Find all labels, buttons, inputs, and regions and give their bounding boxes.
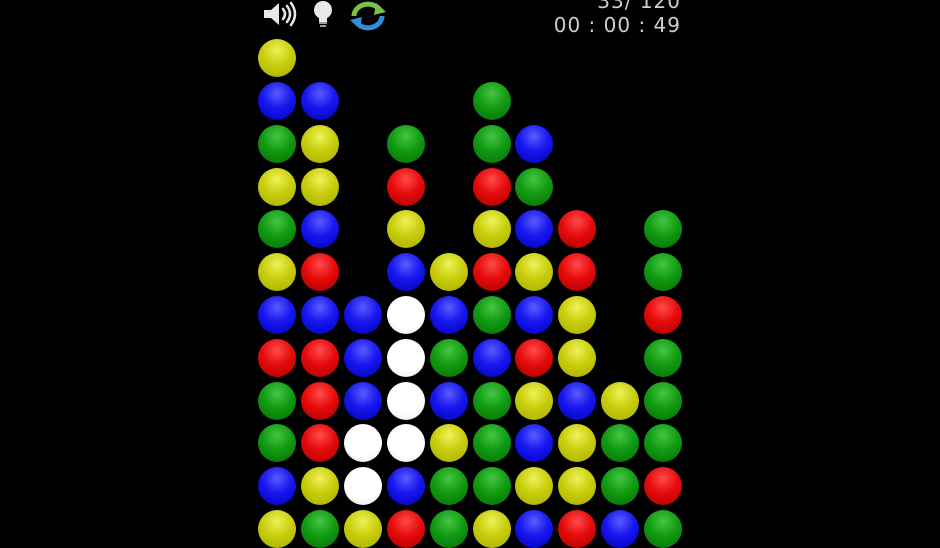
yellow-ball[interactable]	[473, 210, 511, 248]
green-ball[interactable]	[473, 82, 511, 120]
red-ball[interactable]	[473, 168, 511, 206]
blue-ball[interactable]	[301, 82, 339, 120]
yellow-ball[interactable]	[515, 253, 553, 291]
yellow-ball[interactable]	[258, 510, 296, 548]
green-ball[interactable]	[473, 382, 511, 420]
blue-ball[interactable]	[515, 510, 553, 548]
red-ball[interactable]	[558, 510, 596, 548]
green-ball[interactable]	[644, 210, 682, 248]
red-ball[interactable]	[301, 253, 339, 291]
green-ball[interactable]	[644, 339, 682, 377]
blue-ball[interactable]	[601, 510, 639, 548]
red-ball[interactable]	[387, 510, 425, 548]
yellow-ball[interactable]	[258, 39, 296, 77]
yellow-ball[interactable]	[558, 339, 596, 377]
game-board	[0, 0, 940, 548]
blue-ball[interactable]	[515, 424, 553, 462]
green-ball[interactable]	[430, 510, 468, 548]
green-ball[interactable]	[473, 467, 511, 505]
yellow-ball[interactable]	[301, 125, 339, 163]
green-ball[interactable]	[644, 424, 682, 462]
yellow-ball[interactable]	[430, 253, 468, 291]
yellow-ball[interactable]	[558, 467, 596, 505]
yellow-ball[interactable]	[558, 296, 596, 334]
red-ball[interactable]	[644, 296, 682, 334]
yellow-ball[interactable]	[430, 424, 468, 462]
blue-ball[interactable]	[515, 210, 553, 248]
yellow-ball[interactable]	[558, 424, 596, 462]
blue-ball[interactable]	[515, 125, 553, 163]
blue-ball[interactable]	[430, 296, 468, 334]
yellow-ball[interactable]	[258, 253, 296, 291]
green-ball[interactable]	[601, 424, 639, 462]
red-ball[interactable]	[301, 382, 339, 420]
green-ball[interactable]	[301, 510, 339, 548]
blue-ball[interactable]	[387, 467, 425, 505]
yellow-ball[interactable]	[515, 382, 553, 420]
red-ball[interactable]	[558, 210, 596, 248]
blue-ball[interactable]	[430, 382, 468, 420]
blue-ball[interactable]	[387, 253, 425, 291]
red-ball[interactable]	[387, 168, 425, 206]
white-ball[interactable]	[344, 467, 382, 505]
white-ball[interactable]	[387, 382, 425, 420]
red-ball[interactable]	[301, 339, 339, 377]
white-ball[interactable]	[387, 339, 425, 377]
red-ball[interactable]	[473, 253, 511, 291]
blue-ball[interactable]	[473, 339, 511, 377]
green-ball[interactable]	[473, 125, 511, 163]
yellow-ball[interactable]	[473, 510, 511, 548]
blue-ball[interactable]	[258, 82, 296, 120]
green-ball[interactable]	[258, 424, 296, 462]
green-ball[interactable]	[644, 510, 682, 548]
green-ball[interactable]	[430, 467, 468, 505]
yellow-ball[interactable]	[344, 510, 382, 548]
green-ball[interactable]	[258, 382, 296, 420]
green-ball[interactable]	[473, 424, 511, 462]
white-ball[interactable]	[344, 424, 382, 462]
red-ball[interactable]	[515, 339, 553, 377]
blue-ball[interactable]	[301, 210, 339, 248]
green-ball[interactable]	[644, 253, 682, 291]
red-ball[interactable]	[558, 253, 596, 291]
white-ball[interactable]	[387, 296, 425, 334]
green-ball[interactable]	[601, 467, 639, 505]
yellow-ball[interactable]	[601, 382, 639, 420]
red-ball[interactable]	[644, 467, 682, 505]
green-ball[interactable]	[430, 339, 468, 377]
green-ball[interactable]	[387, 125, 425, 163]
yellow-ball[interactable]	[258, 168, 296, 206]
green-ball[interactable]	[258, 125, 296, 163]
blue-ball[interactable]	[344, 339, 382, 377]
green-ball[interactable]	[644, 382, 682, 420]
blue-ball[interactable]	[301, 296, 339, 334]
yellow-ball[interactable]	[301, 467, 339, 505]
red-ball[interactable]	[301, 424, 339, 462]
green-ball[interactable]	[258, 210, 296, 248]
blue-ball[interactable]	[258, 296, 296, 334]
blue-ball[interactable]	[344, 296, 382, 334]
white-ball[interactable]	[387, 424, 425, 462]
blue-ball[interactable]	[515, 296, 553, 334]
red-ball[interactable]	[258, 339, 296, 377]
green-ball[interactable]	[473, 296, 511, 334]
yellow-ball[interactable]	[387, 210, 425, 248]
green-ball[interactable]	[515, 168, 553, 206]
blue-ball[interactable]	[558, 382, 596, 420]
yellow-ball[interactable]	[301, 168, 339, 206]
yellow-ball[interactable]	[515, 467, 553, 505]
blue-ball[interactable]	[344, 382, 382, 420]
blue-ball[interactable]	[258, 467, 296, 505]
